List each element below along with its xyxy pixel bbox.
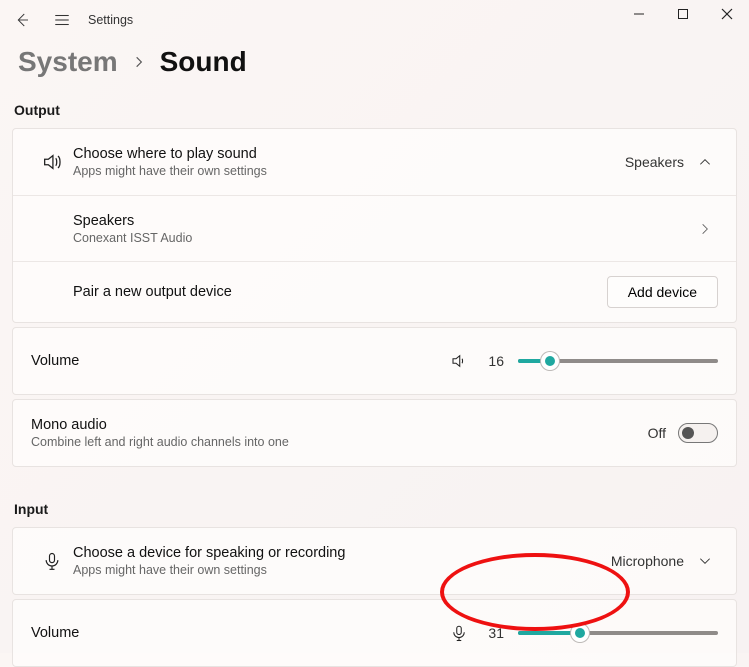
output-device-name: Speakers — [73, 213, 698, 229]
minimize-button[interactable] — [629, 4, 649, 24]
close-button[interactable] — [717, 4, 737, 24]
section-input-label: Input — [0, 471, 749, 527]
input-choose-subtitle: Apps might have their own settings — [73, 563, 611, 577]
back-button[interactable] — [8, 6, 36, 34]
mono-audio-row: Mono audio Combine left and right audio … — [13, 400, 736, 466]
breadcrumb-parent[interactable]: System — [18, 46, 118, 78]
output-choose-title: Choose where to play sound — [73, 146, 625, 162]
input-volume-slider[interactable] — [518, 623, 718, 643]
mono-audio-card: Mono audio Combine left and right audio … — [12, 399, 737, 467]
output-device-row[interactable]: Speakers Conexant ISST Audio — [13, 195, 736, 261]
input-volume-value: 31 — [482, 625, 504, 641]
add-device-button[interactable]: Add device — [607, 276, 718, 308]
output-choose-card: Choose where to play sound Apps might ha… — [12, 128, 737, 323]
input-selected-device: Microphone — [611, 553, 684, 569]
mono-audio-toggle[interactable] — [678, 423, 718, 443]
volume-low-icon[interactable] — [450, 352, 468, 370]
input-volume-row: Volume 31 — [13, 600, 736, 666]
page-title: Sound — [160, 46, 247, 78]
input-choose-row[interactable]: Choose a device for speaking or recordin… — [13, 528, 736, 594]
output-volume-card: Volume 16 — [12, 327, 737, 395]
chevron-down-icon — [698, 554, 718, 568]
pair-output-label: Pair a new output device — [73, 284, 607, 300]
output-choose-row[interactable]: Choose where to play sound Apps might ha… — [13, 129, 736, 195]
mono-audio-subtitle: Combine left and right audio channels in… — [31, 435, 648, 449]
input-choose-title: Choose a device for speaking or recordin… — [73, 545, 611, 561]
chevron-right-icon — [132, 55, 146, 69]
microphone-level-icon[interactable] — [450, 624, 468, 642]
mono-audio-title: Mono audio — [31, 417, 648, 433]
output-selected-device: Speakers — [625, 154, 684, 170]
chevron-right-icon — [698, 222, 718, 236]
menu-button[interactable] — [48, 6, 76, 34]
input-volume-label: Volume — [31, 625, 450, 641]
maximize-button[interactable] — [673, 4, 693, 24]
pair-output-row: Pair a new output device Add device — [13, 261, 736, 322]
output-volume-label: Volume — [31, 353, 450, 369]
output-choose-subtitle: Apps might have their own settings — [73, 164, 625, 178]
speaker-icon — [31, 151, 73, 173]
input-volume-card: Volume 31 — [12, 599, 737, 667]
output-volume-row: Volume 16 — [13, 328, 736, 394]
mono-toggle-state: Off — [648, 425, 666, 441]
section-output-label: Output — [0, 90, 749, 128]
breadcrumb: System Sound — [0, 40, 749, 90]
app-title: Settings — [88, 13, 133, 27]
input-choose-card: Choose a device for speaking or recordin… — [12, 527, 737, 595]
microphone-icon — [31, 551, 73, 571]
chevron-up-icon — [698, 155, 718, 169]
output-volume-slider[interactable] — [518, 351, 718, 371]
output-device-driver: Conexant ISST Audio — [73, 231, 698, 245]
output-volume-value: 16 — [482, 353, 504, 369]
